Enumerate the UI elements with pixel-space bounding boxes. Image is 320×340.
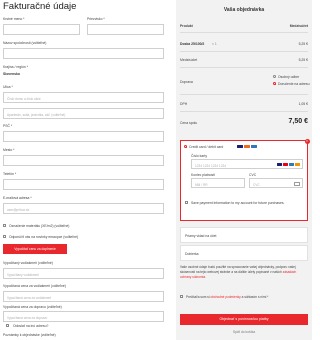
mastercard-icon xyxy=(244,144,250,149)
discover-icon xyxy=(295,163,300,167)
shipping-label: Doprava xyxy=(180,80,193,84)
save-payment-label: Save payment information to my account f… xyxy=(191,200,285,205)
calculate-button[interactable]: Vypočítať cenu za doplnenie xyxy=(3,244,67,254)
billing-title: Fakturačné údaje xyxy=(3,1,77,12)
total-value: 7,50 € xyxy=(288,118,308,125)
cvc-input[interactable]: CVC xyxy=(249,178,303,188)
ship-other-label: Odoslať na inú adresu? xyxy=(13,323,49,328)
newsletter-label: Označenie materiálu (XE/m2) (voliteľné) xyxy=(9,223,70,228)
newsletter-checkbox[interactable] xyxy=(3,224,7,228)
calc-label-3: Vypočítaná cena za dopravu (voliteľné) xyxy=(3,305,62,309)
card-brand-icons xyxy=(277,163,300,167)
create-account-checkbox[interactable] xyxy=(3,235,7,239)
cvc-card-icon xyxy=(294,182,300,186)
col-product: Produkt xyxy=(180,24,193,28)
save-payment-checkbox[interactable] xyxy=(185,201,189,205)
create-account-label: Odporúčiť vás na novinky emaopce (volite… xyxy=(9,234,79,239)
total-label: Cena spolu xyxy=(180,121,198,125)
privacy-text: Vaše osobné údaje budú použité na spraco… xyxy=(180,265,297,279)
country-value[interactable]: Slovensko xyxy=(3,72,20,76)
cod-option[interactable]: Dobierka xyxy=(180,245,308,261)
zip-label: PSČ * xyxy=(3,124,13,128)
shipping-radio-delivery[interactable] xyxy=(273,82,277,86)
payment-box: × Credit card / debit card Číslo karty 1… xyxy=(180,138,310,221)
expiry-label: Koniec platnosti xyxy=(191,173,215,177)
divider xyxy=(180,51,308,52)
phone-label: Telefón * xyxy=(3,172,17,176)
last-name-input[interactable] xyxy=(87,24,164,35)
item-price: 5,25 € xyxy=(298,42,308,46)
item-qty: × 1 xyxy=(212,42,217,46)
vat-label: DPH xyxy=(180,102,188,106)
shipping-option-delivery: Doručenie na adresu xyxy=(278,82,310,86)
company-input[interactable] xyxy=(3,48,164,59)
calc-input-1[interactable]: Vypočítaný vodiakmeň xyxy=(3,268,164,279)
visa-icon xyxy=(237,144,243,149)
terms-text: Prečítal/a som si obchodné podmienky a s… xyxy=(186,294,269,299)
order-panel: Vaša objednávka Produkt Medzisúčet Doska… xyxy=(176,0,312,340)
first-name-input[interactable] xyxy=(3,24,80,35)
card-logos xyxy=(237,144,257,149)
col-subtotal: Medzisúčet xyxy=(289,24,308,28)
street2-input[interactable]: Apartmán, suita, jednotka, atď. (voliteľ… xyxy=(3,108,164,119)
first-name-label: Krstné meno * xyxy=(3,17,25,21)
amex-icon xyxy=(289,163,294,167)
divider xyxy=(180,32,308,33)
city-input[interactable] xyxy=(3,155,164,166)
terms-checkbox[interactable] xyxy=(180,295,184,299)
visa-icon xyxy=(277,163,282,167)
item-name: Doska 25/100/2 xyxy=(180,42,205,46)
order-title: Vaša objednávka xyxy=(223,7,265,13)
terms-link[interactable]: obchodné podmienky xyxy=(210,295,240,299)
bank-transfer-option[interactable]: Priamy vklad na účet xyxy=(180,227,308,243)
close-icon[interactable]: × xyxy=(304,138,310,144)
ship-other-checkbox[interactable] xyxy=(6,324,10,328)
phone-input[interactable] xyxy=(3,179,164,190)
card-number-label: Číslo karty xyxy=(191,154,208,158)
billing-form: Fakturačné údaje Krstné meno * Priezvisk… xyxy=(3,0,165,340)
cvc-label: CVC xyxy=(249,173,257,177)
card-number-input[interactable]: 1234 1234 1234 1234 xyxy=(191,159,303,169)
company-label: Názov spoločnosti (voliteľné) xyxy=(3,41,47,45)
zip-input[interactable] xyxy=(3,131,164,142)
divider xyxy=(180,67,308,68)
shipping-radio-pickup[interactable] xyxy=(273,75,277,79)
back-to-cart-link[interactable]: Späť do košíka xyxy=(176,330,312,334)
card-method-label: Credit card / debit card xyxy=(189,145,224,149)
email-label: E-mailová adresa * xyxy=(3,196,32,200)
subtotal-value: 5,25 € xyxy=(298,58,308,62)
shipping-option-pickup: Osobný odber xyxy=(278,75,300,79)
last-name-label: Priezvisko * xyxy=(87,17,105,21)
vat-value: 1,05 € xyxy=(298,102,308,106)
street-input[interactable]: Číslo domu a číslo ulice xyxy=(3,92,164,103)
subtotal-label: Medzisúčet xyxy=(180,58,198,62)
calc-input-2[interactable]: Vypočítaná cena za vodiakmeň xyxy=(3,291,164,302)
city-label: Mesto * xyxy=(3,148,15,152)
divider xyxy=(180,94,308,95)
calc-input-3[interactable]: Vypočítaná cena za dopravu xyxy=(3,311,164,322)
divider xyxy=(180,111,308,112)
calc-label-1: Vypočítaný vodiakmeň (voliteľné) xyxy=(3,261,53,265)
amex-icon xyxy=(251,144,257,149)
notes-label: Poznámky k objednávke (voliteľné) xyxy=(3,333,56,337)
card-radio[interactable] xyxy=(184,145,188,149)
expiry-input[interactable]: MM / RR xyxy=(191,178,245,188)
place-order-button[interactable]: Objednať s povinnosťou platby xyxy=(180,314,308,325)
country-label: Krajina / región * xyxy=(3,65,29,69)
email-input[interactable]: user@pribox.sk xyxy=(3,203,164,214)
calc-label-2: Vypočítaná cena za vodiakmeň (voliteľné) xyxy=(3,284,66,288)
street-label: Ulica * xyxy=(3,85,13,89)
mastercard-icon xyxy=(283,163,288,167)
